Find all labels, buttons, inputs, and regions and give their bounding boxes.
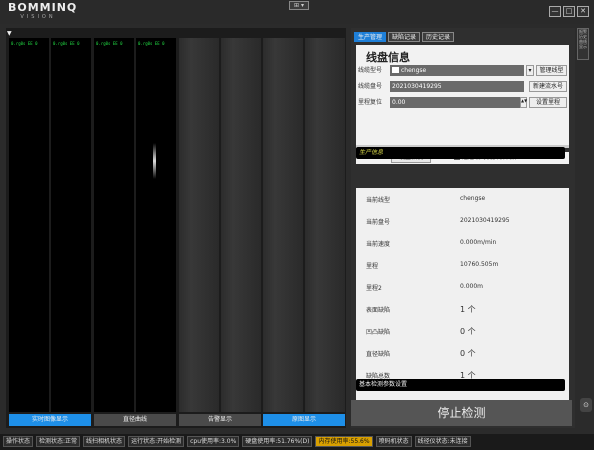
wire-type-row: 线缆型号 chengse ▾ 管理线型 (358, 65, 567, 76)
prod-row: 里程2 0.000m (366, 283, 484, 292)
status-bar: 操作状态 检测状态:正常 线扫相机状态 运行状态:开始检测 cpu使用率:3.0… (0, 434, 594, 450)
wire-swatch-icon (392, 67, 399, 73)
new-flow-number-button[interactable]: 新建流水号 (529, 81, 567, 92)
mileage-row: 里程复位 0.00 ▲▼ 设置里程 (358, 97, 567, 108)
status-diameter-gauge: 线径仪状态:未连接 (414, 436, 471, 447)
close-button[interactable]: ✕ (577, 6, 589, 17)
status-cpu: cpu使用率:3.0% (187, 436, 240, 447)
reel-no-input[interactable]: 2021030419295 (390, 81, 524, 92)
production-info-header: 生产信息 (356, 147, 565, 159)
collapse-arrow-icon[interactable]: ▼ (7, 30, 12, 37)
layout-dropdown[interactable]: ⊞ ▾ (289, 1, 309, 10)
camera-feed-4[interactable]: 0.rg0s EE 0 (136, 38, 176, 412)
panel-tabs: 生产管理 缺陷记录 历史记录 (354, 32, 455, 42)
status-detection: 检测状态:正常 (36, 436, 81, 447)
minimize-button[interactable]: — (549, 6, 561, 17)
reel-info-title: 线盘信息 (366, 51, 410, 64)
alarm-history-toggle[interactable]: 报警历史曲线显示 (577, 28, 589, 60)
status-inkjet: 喷码机状态 (375, 436, 412, 447)
prod-row: 当前速度 0.000m/min (366, 239, 497, 248)
prod-row: 当前线型 chengse (366, 195, 486, 204)
defect-streak (153, 143, 156, 179)
set-mileage-button[interactable]: 设置里程 (529, 97, 567, 108)
status-memory: 内存使用率:55.6% (315, 436, 373, 447)
params-settings-header[interactable]: 基本检测参数设置 (356, 379, 565, 391)
mileage-input[interactable]: 0.00 (390, 97, 524, 108)
raw-feed-1[interactable] (179, 38, 219, 412)
raw-feed-2[interactable] (221, 38, 261, 412)
spin-arrows-icon[interactable]: ▲▼ (520, 97, 527, 108)
camera-feed-1[interactable]: 0.rg0s EE 0 (9, 38, 49, 412)
title-bar: BOMMINQ VISION ⊞ ▾ — □ ✕ (0, 0, 594, 24)
side-action-icon[interactable]: ⊙ (580, 398, 592, 412)
camera-feed-3[interactable]: 0.rg0s EE 0 (94, 38, 134, 412)
prod-row: 直径缺陷 0 个 (366, 349, 476, 358)
stop-detection-button[interactable]: 停止检测 (351, 400, 572, 426)
manage-wire-button[interactable]: 管理线型 (536, 65, 567, 76)
prod-row: 表面缺陷 1 个 (366, 305, 476, 314)
reel-no-row: 线缆盘号 2021030419295 新建流水号 (358, 81, 567, 92)
chevron-down-icon[interactable]: ▾ (526, 65, 534, 76)
tab-realtime-image[interactable]: 实时图像显示 (9, 414, 91, 426)
camera-feed-2[interactable]: 0.rg0s EE 0 (51, 38, 91, 412)
maximize-button[interactable]: □ (563, 6, 575, 17)
view-tabs: 实时图像显示 直径曲线 告警显示 原图显示 (0, 414, 346, 426)
tab-diameter-curve[interactable]: 直径曲线 (94, 414, 176, 426)
tab-alarm-display[interactable]: 告警显示 (179, 414, 261, 426)
wire-type-select[interactable]: chengse (390, 65, 524, 76)
tab-original-image[interactable]: 原图显示 (263, 414, 345, 426)
prod-row: 当前盘号 2021030419295 (366, 217, 510, 226)
window-controls: — □ ✕ (549, 6, 589, 17)
status-disk: 硬盘使用率:51.76%(D) (242, 436, 313, 447)
prod-row: 凹凸缺陷 0 个 (366, 327, 476, 336)
tab-history[interactable]: 历史记录 (422, 32, 455, 42)
app-logo: BOMMINQ VISION (8, 1, 78, 21)
raw-feed-4[interactable] (305, 38, 345, 412)
status-line-camera: 线扫相机状态 (83, 436, 126, 447)
reel-info-box: 线盘信息 线缆型号 chengse ▾ 管理线型 线缆盘号 2021030419… (356, 45, 569, 145)
status-running: 运行状态:开始检测 (128, 436, 185, 447)
control-panel: 生产管理 缺陷记录 历史记录 线盘信息 线缆型号 chengse ▾ 管理线型 … (351, 28, 575, 428)
status-operation: 操作状态 (3, 436, 34, 447)
raw-feed-3[interactable] (263, 38, 303, 412)
prod-row: 里程 10760.505m (366, 261, 499, 270)
tab-production[interactable]: 生产管理 (354, 32, 387, 42)
production-info-table: 当前线型 chengse 当前盘号 2021030419295 当前速度 0.000m… (356, 188, 569, 403)
tab-defect-records[interactable]: 缺陷记录 (388, 32, 421, 42)
